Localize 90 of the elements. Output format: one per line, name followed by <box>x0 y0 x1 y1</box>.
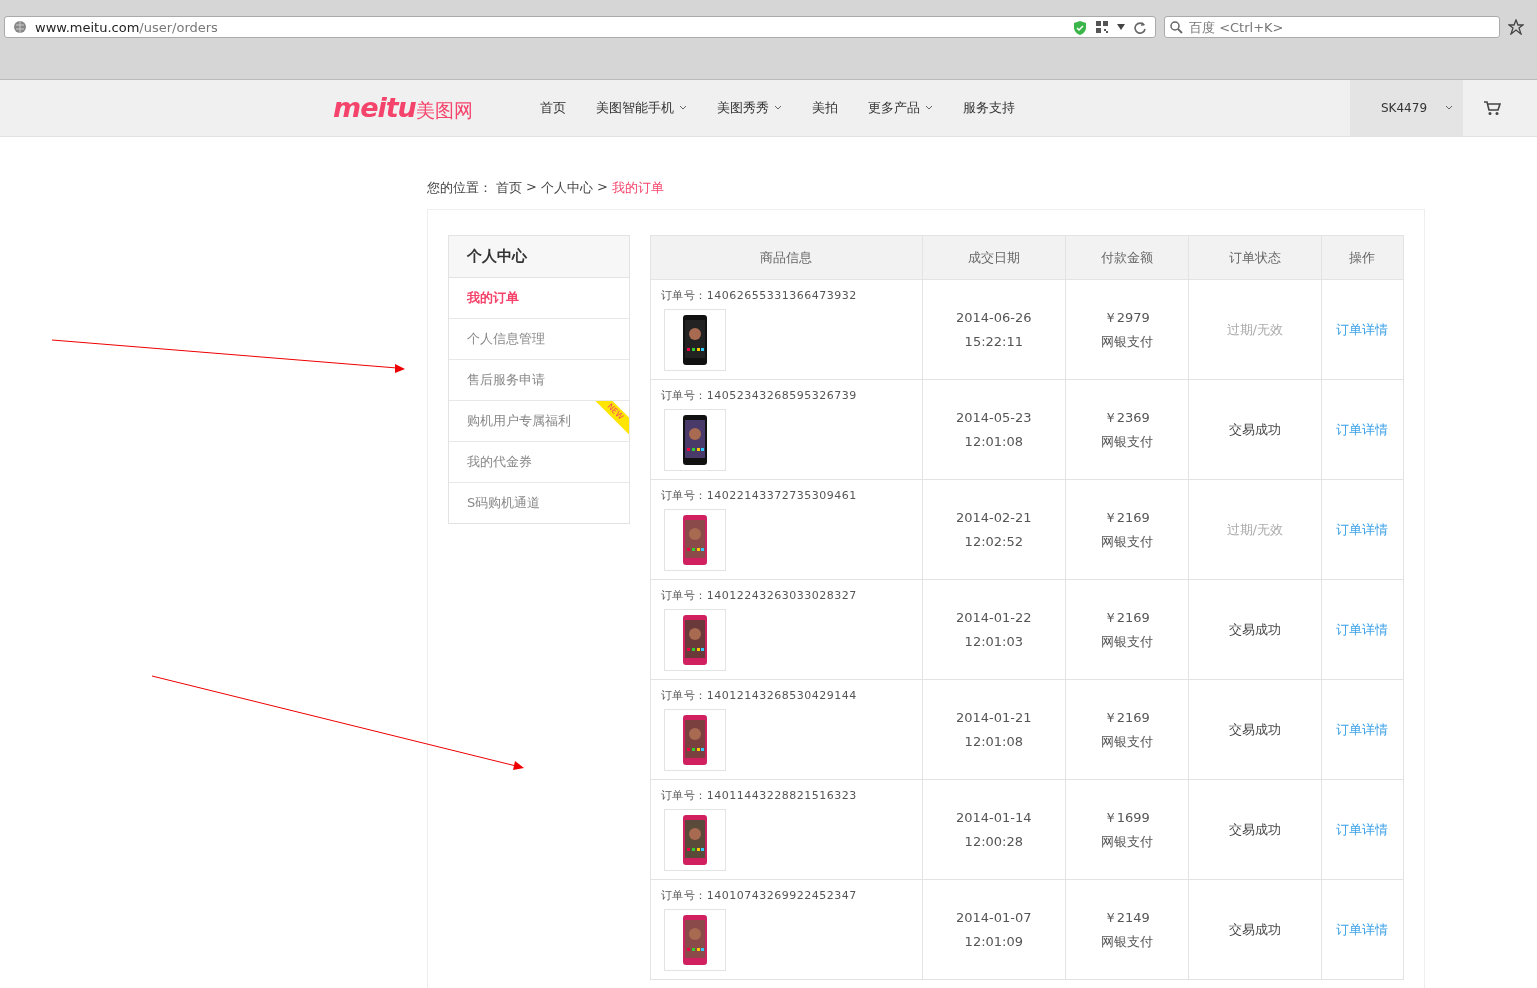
order-number: 订单号：14062655331366473932 <box>660 288 858 303</box>
order-time: 12:02:52 <box>963 532 1024 551</box>
globe-icon <box>13 20 27 34</box>
address-bar[interactable]: www.meitu.com/user/orders <box>4 16 1156 38</box>
order-status: 交易成功 <box>1228 621 1281 637</box>
order-date: 2014-01-21 <box>955 708 1033 727</box>
order-detail-link[interactable]: 订单详情 <box>1336 721 1389 737</box>
order-amount: ￥2169 <box>1102 608 1151 627</box>
sidebar-item[interactable]: 个人信息管理 <box>449 319 629 360</box>
cart-icon[interactable] <box>1483 100 1501 116</box>
order-amount: ￥2369 <box>1102 408 1151 427</box>
order-status: 交易成功 <box>1228 421 1281 437</box>
order-number: 订单号：14012243263033028327 <box>660 588 858 603</box>
order-number: 订单号：14052343268595326739 <box>660 388 858 403</box>
sidebar-item[interactable]: S码购机通道 <box>449 483 629 523</box>
breadcrumb-separator: > <box>526 179 537 196</box>
sidebar-item[interactable]: 我的代金券 <box>449 442 629 483</box>
payment-method: 网银支付 <box>1099 832 1154 851</box>
username: SK4479 <box>1381 101 1428 115</box>
order-status: 交易成功 <box>1228 721 1281 737</box>
column-header: 付款金额 <box>1065 235 1189 280</box>
order-amount: ￥1699 <box>1102 808 1151 827</box>
order-date: 2014-01-14 <box>955 808 1033 827</box>
sidebar-item[interactable]: 售后服务申请 <box>449 360 629 401</box>
chevron-down-icon[interactable] <box>1445 105 1453 111</box>
nav-link-label: 更多产品 <box>868 99 920 117</box>
qr-code-icon[interactable] <box>1095 20 1109 34</box>
payment-method: 网银支付 <box>1099 432 1154 451</box>
reload-icon[interactable] <box>1133 20 1147 34</box>
order-status: 交易成功 <box>1228 821 1281 837</box>
order-detail-link[interactable]: 订单详情 <box>1336 821 1389 837</box>
order-date: 2014-02-21 <box>955 508 1033 527</box>
order-time: 12:01:08 <box>963 732 1024 751</box>
order-detail-link[interactable]: 订单详情 <box>1336 521 1389 537</box>
order-date: 2014-01-22 <box>955 608 1033 627</box>
bookmark-star-icon[interactable] <box>1508 19 1524 35</box>
nav-link-label: 美拍 <box>812 99 838 117</box>
order-number: 订单号：14011443228821516323 <box>660 788 858 803</box>
order-amount: ￥2149 <box>1102 908 1151 927</box>
order-amount: ￥2169 <box>1102 708 1151 727</box>
order-time: 12:01:08 <box>963 432 1024 451</box>
order-time: 12:01:09 <box>963 932 1024 951</box>
order-time: 15:22:11 <box>963 332 1024 351</box>
payment-method: 网银支付 <box>1099 632 1154 651</box>
order-status: 交易成功 <box>1228 921 1281 937</box>
chevron-down-icon[interactable] <box>774 105 782 111</box>
order-detail-link[interactable]: 订单详情 <box>1336 321 1389 337</box>
order-detail-link[interactable]: 订单详情 <box>1336 621 1389 637</box>
payment-method: 网银支付 <box>1099 332 1154 351</box>
breadcrumb-link[interactable]: 个人中心 <box>540 179 593 197</box>
search-field[interactable]: 百度 <Ctrl+K> <box>1164 16 1500 38</box>
dropdown-icon[interactable] <box>1117 23 1125 31</box>
order-status: 过期/无效 <box>1226 321 1283 337</box>
order-date: 2014-05-23 <box>955 408 1033 427</box>
order-date: 2014-06-26 <box>955 308 1033 327</box>
order-date: 2014-01-07 <box>955 908 1033 927</box>
nav-link-label: 美图智能手机 <box>596 99 674 117</box>
chevron-down-icon[interactable] <box>925 105 933 111</box>
order-detail-link[interactable]: 订单详情 <box>1336 421 1389 437</box>
user-menu[interactable]: SK4479 <box>1350 80 1463 136</box>
payment-method: 网银支付 <box>1099 532 1154 551</box>
breadcrumb-link[interactable]: 首页 <box>496 179 522 197</box>
breadcrumb-link[interactable]: 我的订单 <box>611 179 664 197</box>
shield-icon <box>1073 19 1087 35</box>
payment-method: 网银支付 <box>1099 932 1154 951</box>
column-header: 订单状态 <box>1188 235 1322 280</box>
order-amount: ￥2169 <box>1102 508 1151 527</box>
order-time: 12:00:28 <box>963 832 1024 851</box>
search-icon <box>1170 21 1183 34</box>
logo[interactable]: meitu美图网 <box>333 92 513 124</box>
chevron-down-icon[interactable] <box>679 105 687 111</box>
nav-link-label: 服务支持 <box>963 99 1015 117</box>
order-number: 订单号：14012143268530429144 <box>660 688 858 703</box>
order-number: 订单号：14010743269922452347 <box>660 888 858 903</box>
order-number: 订单号：14022143372735309461 <box>660 488 858 503</box>
url-text: www.meitu.com/user/orders <box>35 19 219 35</box>
breadcrumb-separator: > <box>596 179 608 196</box>
column-header: 操作 <box>1321 235 1404 280</box>
order-status: 过期/无效 <box>1226 521 1283 537</box>
sidebar-item[interactable]: 我的订单 <box>449 278 629 319</box>
breadcrumb-label: 您的位置： <box>427 179 492 197</box>
sidebar-title: 个人中心 <box>449 236 629 278</box>
nav-link-label: 首页 <box>540 99 566 117</box>
order-amount: ￥2979 <box>1102 308 1151 327</box>
column-header: 成交日期 <box>922 235 1066 280</box>
order-time: 12:01:03 <box>963 632 1024 651</box>
payment-method: 网银支付 <box>1099 732 1154 751</box>
column-header: 商品信息 <box>650 235 923 280</box>
order-detail-link[interactable]: 订单详情 <box>1336 921 1389 937</box>
nav-link-label: 美图秀秀 <box>717 99 769 117</box>
